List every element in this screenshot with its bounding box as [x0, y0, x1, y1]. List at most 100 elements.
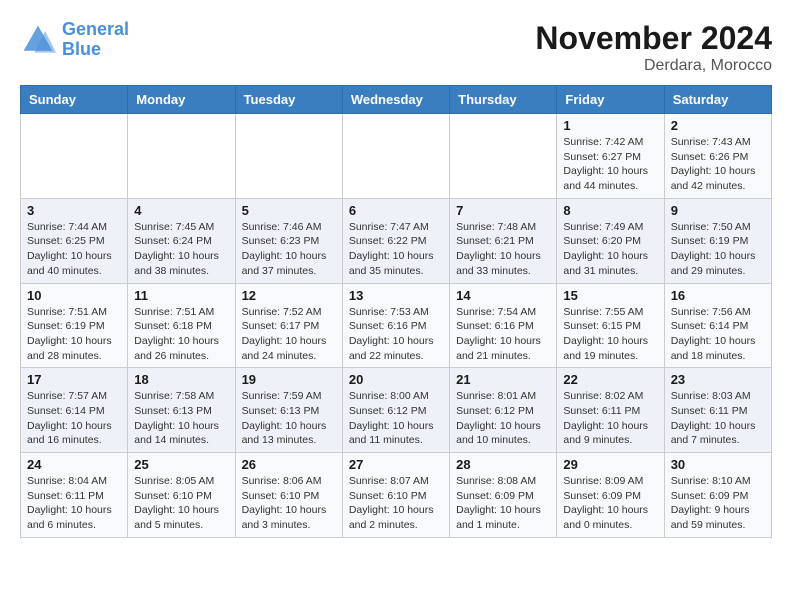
day-info: Sunrise: 7:53 AM Sunset: 6:16 PM Dayligh… [349, 305, 443, 364]
day-info: Sunrise: 8:06 AM Sunset: 6:10 PM Dayligh… [242, 474, 336, 533]
day-info: Sunrise: 8:09 AM Sunset: 6:09 PM Dayligh… [563, 474, 657, 533]
weekday-header: Thursday [450, 86, 557, 114]
calendar-day-cell: 26 Sunrise: 8:06 AM Sunset: 6:10 PM Dayli… [235, 453, 342, 538]
day-number: 22 [563, 372, 657, 387]
calendar-day-cell [235, 114, 342, 199]
calendar-day-cell: 27 Sunrise: 8:07 AM Sunset: 6:10 PM Dayli… [342, 453, 449, 538]
month-title: November 2024 [535, 20, 772, 57]
calendar-day-cell: 24Sunrise: 8:04 AM Sunset: 6:11 PM Dayli… [21, 453, 128, 538]
day-info: Sunrise: 8:04 AM Sunset: 6:11 PM Dayligh… [27, 474, 121, 533]
weekday-header: Monday [128, 86, 235, 114]
logo-icon [20, 22, 56, 58]
day-number: 8 [563, 203, 657, 218]
weekday-header-row: SundayMondayTuesdayWednesdayThursdayFrid… [21, 86, 772, 114]
day-info: Sunrise: 7:43 AM Sunset: 6:26 PM Dayligh… [671, 135, 765, 194]
calendar-day-cell: 8 Sunrise: 7:49 AM Sunset: 6:20 PM Daylig… [557, 198, 664, 283]
day-info: Sunrise: 7:45 AM Sunset: 6:24 PM Dayligh… [134, 220, 228, 279]
logo: General Blue [20, 20, 129, 60]
day-info: Sunrise: 8:00 AM Sunset: 6:12 PM Dayligh… [349, 389, 443, 448]
day-info: Sunrise: 7:49 AM Sunset: 6:20 PM Dayligh… [563, 220, 657, 279]
calendar-day-cell: 15 Sunrise: 7:55 AM Sunset: 6:15 PM Dayli… [557, 283, 664, 368]
calendar-week-row: 3 Sunrise: 7:44 AM Sunset: 6:25 PM Daylig… [21, 198, 772, 283]
day-number: 13 [349, 288, 443, 303]
day-number: 18 [134, 372, 228, 387]
day-info: Sunrise: 7:57 AM Sunset: 6:14 PM Dayligh… [27, 389, 121, 448]
calendar-week-row: 17 Sunrise: 7:57 AM Sunset: 6:14 PM Dayli… [21, 368, 772, 453]
day-info: Sunrise: 8:07 AM Sunset: 6:10 PM Dayligh… [349, 474, 443, 533]
calendar-week-row: 1 Sunrise: 7:42 AM Sunset: 6:27 PM Daylig… [21, 114, 772, 199]
calendar-day-cell [128, 114, 235, 199]
calendar-day-cell: 20 Sunrise: 8:00 AM Sunset: 6:12 PM Dayli… [342, 368, 449, 453]
calendar-day-cell: 16 Sunrise: 7:56 AM Sunset: 6:14 PM Dayli… [664, 283, 771, 368]
calendar-day-cell: 6 Sunrise: 7:47 AM Sunset: 6:22 PM Daylig… [342, 198, 449, 283]
calendar-day-cell: 11Sunrise: 7:51 AM Sunset: 6:18 PM Dayli… [128, 283, 235, 368]
logo-line1: General [62, 19, 129, 39]
calendar-day-cell: 28Sunrise: 8:08 AM Sunset: 6:09 PM Dayli… [450, 453, 557, 538]
day-info: Sunrise: 7:56 AM Sunset: 6:14 PM Dayligh… [671, 305, 765, 364]
day-number: 11 [134, 288, 228, 303]
calendar-day-cell: 4 Sunrise: 7:45 AM Sunset: 6:24 PM Daylig… [128, 198, 235, 283]
day-number: 4 [134, 203, 228, 218]
weekday-header: Sunday [21, 86, 128, 114]
calendar-day-cell: 17 Sunrise: 7:57 AM Sunset: 6:14 PM Dayli… [21, 368, 128, 453]
day-number: 16 [671, 288, 765, 303]
day-info: Sunrise: 8:02 AM Sunset: 6:11 PM Dayligh… [563, 389, 657, 448]
day-info: Sunrise: 7:47 AM Sunset: 6:22 PM Dayligh… [349, 220, 443, 279]
calendar-day-cell: 23 Sunrise: 8:03 AM Sunset: 6:11 PM Dayli… [664, 368, 771, 453]
day-number: 14 [456, 288, 550, 303]
day-info: Sunrise: 7:52 AM Sunset: 6:17 PM Dayligh… [242, 305, 336, 364]
day-number: 19 [242, 372, 336, 387]
weekday-header: Wednesday [342, 86, 449, 114]
day-info: Sunrise: 8:10 AM Sunset: 6:09 PM Dayligh… [671, 474, 765, 533]
day-info: Sunrise: 8:01 AM Sunset: 6:12 PM Dayligh… [456, 389, 550, 448]
day-number: 7 [456, 203, 550, 218]
calendar-day-cell: 25 Sunrise: 8:05 AM Sunset: 6:10 PM Dayli… [128, 453, 235, 538]
day-number: 25 [134, 457, 228, 472]
day-number: 6 [349, 203, 443, 218]
day-info: Sunrise: 7:42 AM Sunset: 6:27 PM Dayligh… [563, 135, 657, 194]
day-info: Sunrise: 8:03 AM Sunset: 6:11 PM Dayligh… [671, 389, 765, 448]
day-number: 10 [27, 288, 121, 303]
day-info: Sunrise: 8:05 AM Sunset: 6:10 PM Dayligh… [134, 474, 228, 533]
day-number: 15 [563, 288, 657, 303]
weekday-header: Saturday [664, 86, 771, 114]
calendar-day-cell: 9Sunrise: 7:50 AM Sunset: 6:19 PM Daylig… [664, 198, 771, 283]
day-info: Sunrise: 7:51 AM Sunset: 6:19 PM Dayligh… [27, 305, 121, 364]
calendar-day-cell: 1 Sunrise: 7:42 AM Sunset: 6:27 PM Daylig… [557, 114, 664, 199]
calendar-week-row: 10 Sunrise: 7:51 AM Sunset: 6:19 PM Dayli… [21, 283, 772, 368]
page-header: General Blue November 2024 Derdara, Moro… [20, 20, 772, 75]
day-number: 17 [27, 372, 121, 387]
day-info: Sunrise: 7:55 AM Sunset: 6:15 PM Dayligh… [563, 305, 657, 364]
day-number: 3 [27, 203, 121, 218]
day-info: Sunrise: 7:54 AM Sunset: 6:16 PM Dayligh… [456, 305, 550, 364]
calendar-day-cell: 19 Sunrise: 7:59 AM Sunset: 6:13 PM Dayli… [235, 368, 342, 453]
weekday-header: Tuesday [235, 86, 342, 114]
day-number: 1 [563, 118, 657, 133]
day-info: Sunrise: 7:59 AM Sunset: 6:13 PM Dayligh… [242, 389, 336, 448]
day-number: 2 [671, 118, 765, 133]
day-number: 23 [671, 372, 765, 387]
day-number: 30 [671, 457, 765, 472]
calendar-week-row: 24Sunrise: 8:04 AM Sunset: 6:11 PM Dayli… [21, 453, 772, 538]
day-number: 20 [349, 372, 443, 387]
day-info: Sunrise: 7:58 AM Sunset: 6:13 PM Dayligh… [134, 389, 228, 448]
calendar-day-cell: 5 Sunrise: 7:46 AM Sunset: 6:23 PM Daylig… [235, 198, 342, 283]
day-number: 26 [242, 457, 336, 472]
day-info: Sunrise: 7:48 AM Sunset: 6:21 PM Dayligh… [456, 220, 550, 279]
logo-line2: Blue [62, 39, 101, 59]
calendar-day-cell: 30 Sunrise: 8:10 AM Sunset: 6:09 PM Dayli… [664, 453, 771, 538]
day-number: 12 [242, 288, 336, 303]
calendar-day-cell: 21 Sunrise: 8:01 AM Sunset: 6:12 PM Dayli… [450, 368, 557, 453]
location: Derdara, Morocco [535, 57, 772, 75]
day-info: Sunrise: 7:46 AM Sunset: 6:23 PM Dayligh… [242, 220, 336, 279]
day-info: Sunrise: 7:44 AM Sunset: 6:25 PM Dayligh… [27, 220, 121, 279]
day-number: 5 [242, 203, 336, 218]
calendar-day-cell: 7 Sunrise: 7:48 AM Sunset: 6:21 PM Daylig… [450, 198, 557, 283]
calendar-day-cell: 29Sunrise: 8:09 AM Sunset: 6:09 PM Dayli… [557, 453, 664, 538]
day-number: 21 [456, 372, 550, 387]
calendar-day-cell: 22 Sunrise: 8:02 AM Sunset: 6:11 PM Dayli… [557, 368, 664, 453]
calendar-day-cell [450, 114, 557, 199]
day-number: 27 [349, 457, 443, 472]
calendar-day-cell [21, 114, 128, 199]
logo-text: General Blue [62, 20, 129, 60]
